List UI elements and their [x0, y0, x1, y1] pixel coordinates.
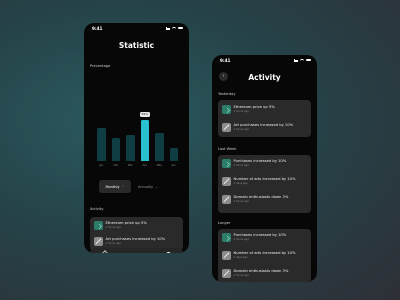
list-item[interactable]: Domain enthusiasts down 3% 2 hours ago	[222, 195, 288, 204]
trend-up-icon	[222, 159, 231, 168]
tab-bar	[90, 248, 183, 253]
signal-icon	[294, 58, 298, 62]
group-label: Longer	[218, 221, 231, 225]
activity-card: Ethereum price up 5% 2 hours ago Art pur…	[218, 100, 311, 137]
item-title: Domain enthusiasts down 3%	[233, 195, 289, 200]
statistic-screen: 9:41 Statistic Precentage 59% Jan Feb Mar A…	[84, 23, 189, 253]
chart-bar[interactable]	[140, 119, 149, 161]
bar-chart: Jan Feb Mar Apr May Jun	[97, 103, 179, 167]
x-tick-label: Jun	[171, 164, 176, 167]
x-tick-label: Jan	[99, 164, 104, 167]
item-title: Number of arts increased by 10%	[233, 251, 296, 256]
page-title: Statistic	[118, 41, 155, 50]
document-icon	[144, 252, 150, 253]
chart-bar[interactable]	[111, 138, 120, 161]
item-title: Purchases increased by 10%	[233, 233, 287, 238]
status-time: 9:41	[92, 26, 103, 31]
gear-icon	[165, 252, 172, 253]
item-time: 2 days ago	[233, 182, 248, 186]
status-icons	[166, 26, 183, 30]
chevron-down-icon: ⌄	[155, 184, 159, 189]
item-title: Art purchases increased by 10%	[105, 237, 166, 242]
item-title: Art purchases increased by 10%	[233, 123, 294, 128]
signal-icon	[166, 26, 170, 30]
list-item[interactable]: Art purchases increased by 10% 2 hours a…	[94, 237, 165, 246]
tab-settings[interactable]	[165, 252, 172, 253]
wifi-icon	[172, 26, 176, 30]
percentage-label: Precentage	[90, 64, 111, 68]
toggle-annually[interactable]: Annually ⌄	[132, 180, 164, 193]
art-icon	[222, 177, 231, 186]
activity-card: Purchases increased by 10% 2 hours ago N…	[218, 229, 311, 282]
chart-bar[interactable]	[97, 128, 106, 161]
trend-up-icon	[222, 105, 231, 114]
status-icons	[294, 58, 311, 62]
list-item[interactable]: Ethereum price up 5% 2 hours ago	[94, 221, 147, 230]
art-icon	[222, 123, 231, 132]
chevron-up-icon: ⌃	[121, 184, 125, 189]
group-label: Yesterday	[218, 92, 236, 96]
item-time: 2 hours ago	[105, 242, 121, 246]
wifi-icon	[300, 58, 304, 62]
art-icon	[94, 237, 103, 246]
list-item[interactable]: Ethereum price up 5% 2 hours ago	[222, 105, 275, 114]
item-time: 2 hours ago	[233, 238, 249, 242]
activity-label: Activity	[90, 207, 104, 211]
item-time: 2 hours ago	[105, 226, 121, 230]
toggle-monthly-label: Monthly	[105, 184, 120, 189]
x-tick-label: Mar	[127, 164, 133, 167]
activity-card: Ethereum price up 5% 2 hours ago Art pur…	[90, 217, 183, 251]
list-item[interactable]: Number of arts increased by 10% 2 days a…	[222, 177, 295, 186]
item-time: 2 hours ago	[233, 164, 249, 168]
status-time: 9:41	[220, 58, 231, 63]
toggle-annually-label: Annually	[137, 184, 154, 189]
list-item[interactable]: Purchases increased by 10% 2 hours ago	[222, 159, 286, 168]
item-time: 2 days ago	[233, 256, 248, 260]
item-title: Ethereum price up 5%	[105, 221, 147, 226]
trend-up-icon	[94, 221, 103, 230]
art-icon	[222, 251, 231, 260]
item-title: Number of arts increased by 10%	[233, 177, 296, 182]
list-item[interactable]: Domain enthusiasts down 3% 2 hours ago	[222, 269, 288, 278]
list-item[interactable]: Art purchases increased by 10% 2 hours a…	[222, 123, 293, 132]
tab-wallet[interactable]	[123, 252, 129, 253]
activity-screen: 9:41 ‹ Activity Yesterday Ethereum price…	[212, 55, 317, 282]
tab-docs[interactable]	[144, 252, 150, 253]
trend-up-icon	[222, 233, 231, 242]
item-time: 2 hours ago	[233, 274, 249, 278]
chart-bar[interactable]	[126, 134, 135, 161]
toggle-monthly[interactable]: Monthly ⌃	[99, 180, 131, 193]
chart-bar[interactable]	[169, 148, 178, 161]
item-title: Domain enthusiasts down 3%	[233, 269, 289, 274]
list-item[interactable]: Purchases increased by 10% 2 hours ago	[222, 233, 286, 242]
tab-home[interactable]	[102, 252, 108, 253]
art-icon	[222, 195, 231, 204]
item-time: 2 hours ago	[233, 128, 249, 132]
x-tick-label: Feb	[113, 164, 119, 167]
item-time: 2 hours ago	[233, 200, 249, 204]
list-item[interactable]: Number of arts increased by 10% 2 days a…	[222, 251, 295, 260]
group-label: Last Week	[218, 147, 237, 151]
art-icon	[222, 269, 231, 278]
x-tick-label: Apr	[142, 164, 148, 167]
page-title: Activity	[248, 73, 281, 82]
x-tick-label: May	[156, 164, 162, 167]
battery-icon	[178, 26, 183, 30]
chart-bar[interactable]	[155, 132, 164, 161]
activity-card: Purchases increased by 10% 2 hours ago N…	[218, 155, 311, 213]
item-title: Purchases increased by 10%	[233, 159, 287, 164]
battery-icon	[306, 58, 311, 62]
item-time: 2 hours ago	[233, 110, 249, 114]
item-title: Ethereum price up 5%	[233, 105, 275, 110]
